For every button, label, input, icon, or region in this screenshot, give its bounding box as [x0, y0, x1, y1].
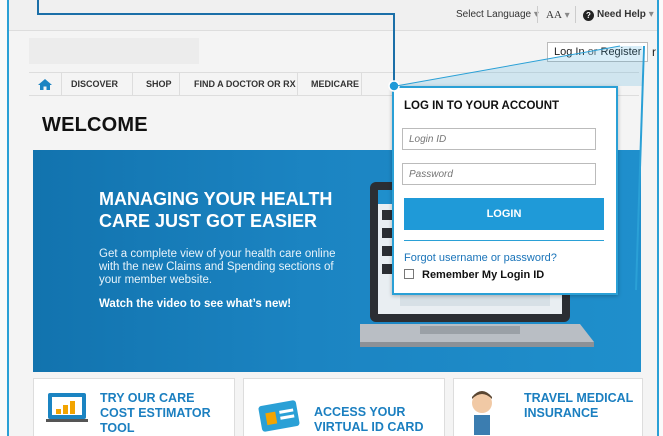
- page-title: WELCOME: [42, 114, 148, 136]
- divider: [575, 6, 576, 23]
- nav-item-find-a-doctor[interactable]: FIND A DOCTOR OR RX: [194, 79, 296, 89]
- text-size-label: AA: [546, 9, 562, 21]
- need-help-dropdown[interactable]: ? Need Help ▾: [583, 9, 654, 21]
- login-button[interactable]: LOGIN: [404, 198, 604, 230]
- card-title: TRY OUR CARE COST ESTIMATOR TOOL: [100, 391, 211, 435]
- divider: [404, 240, 604, 241]
- logo-placeholder: [29, 38, 199, 64]
- login-panel-title: LOG IN TO YOUR ACCOUNT: [404, 100, 560, 112]
- nav-divider: [179, 73, 180, 95]
- login-panel: LOG IN TO YOUR ACCOUNT LOGIN Forgot user…: [392, 86, 618, 295]
- hero-heading: MANAGING YOUR HEALTH CARE JUST GOT EASIE…: [99, 189, 333, 231]
- help-icon: ?: [583, 10, 594, 21]
- screenshot-frame: Select Language ▾ AA ▾ ?Need Help ▾ Log …: [0, 0, 663, 436]
- nav-divider: [297, 73, 298, 95]
- nav-item-medicare[interactable]: MEDICARE: [311, 79, 359, 89]
- remember-label: Remember My Login ID: [422, 269, 545, 281]
- checkbox-icon[interactable]: [404, 269, 414, 279]
- home-icon: [38, 79, 52, 90]
- or-label: or: [587, 46, 598, 58]
- nav-divider: [361, 73, 362, 95]
- nav-item-discover[interactable]: DISCOVER: [71, 79, 118, 89]
- site-page: Select Language ▾ AA ▾ ?Need Help ▾ Log …: [7, 0, 659, 436]
- chevron-down-icon: ▾: [648, 9, 654, 20]
- login-link[interactable]: Log In: [554, 46, 585, 58]
- bar-chart-icon: [46, 393, 88, 422]
- nav-divider: [132, 73, 133, 95]
- hero-video-link[interactable]: Watch the video to see what’s new!: [99, 298, 291, 310]
- select-language-dropdown[interactable]: Select Language ▾: [456, 9, 539, 20]
- need-help-label: Need Help: [597, 9, 646, 20]
- home-nav-button[interactable]: [29, 73, 61, 95]
- utility-bar: Select Language ▾ AA ▾ ?Need Help ▾: [9, 0, 657, 31]
- password-input[interactable]: [402, 163, 596, 185]
- card-virtual-id[interactable]: ACCESS YOUR VIRTUAL ID CARD: [243, 378, 445, 436]
- card-travel-insurance[interactable]: TRAVEL MEDICAL INSURANCE: [453, 378, 643, 436]
- truncated-text: r: [652, 45, 656, 59]
- card-title: TRAVEL MEDICAL INSURANCE: [524, 391, 634, 420]
- remember-login-checkbox[interactable]: Remember My Login ID: [404, 269, 544, 281]
- text-size-dropdown[interactable]: AA ▾: [546, 9, 570, 21]
- nav-divider: [61, 73, 62, 95]
- card-care-cost-estimator[interactable]: TRY OUR CARE COST ESTIMATOR TOOL: [33, 378, 235, 436]
- feature-cards: TRY OUR CARE COST ESTIMATOR TOOL ACCESS …: [33, 378, 643, 436]
- card-title: ACCESS YOUR VIRTUAL ID CARD: [314, 405, 424, 434]
- chevron-down-icon: ▾: [564, 10, 570, 21]
- id-card-icon: [258, 400, 300, 432]
- forgot-credentials-link[interactable]: Forgot username or password?: [404, 252, 557, 264]
- nav-item-shop[interactable]: SHOP: [146, 79, 172, 89]
- register-link[interactable]: Register: [601, 46, 642, 58]
- hero-body: Get a complete view of your health care …: [99, 248, 336, 286]
- select-language-label: Select Language: [456, 9, 532, 20]
- login-id-input[interactable]: [402, 128, 596, 150]
- person-icon: [472, 391, 492, 435]
- login-register-link[interactable]: Log In or Register: [547, 42, 649, 62]
- divider: [537, 6, 538, 23]
